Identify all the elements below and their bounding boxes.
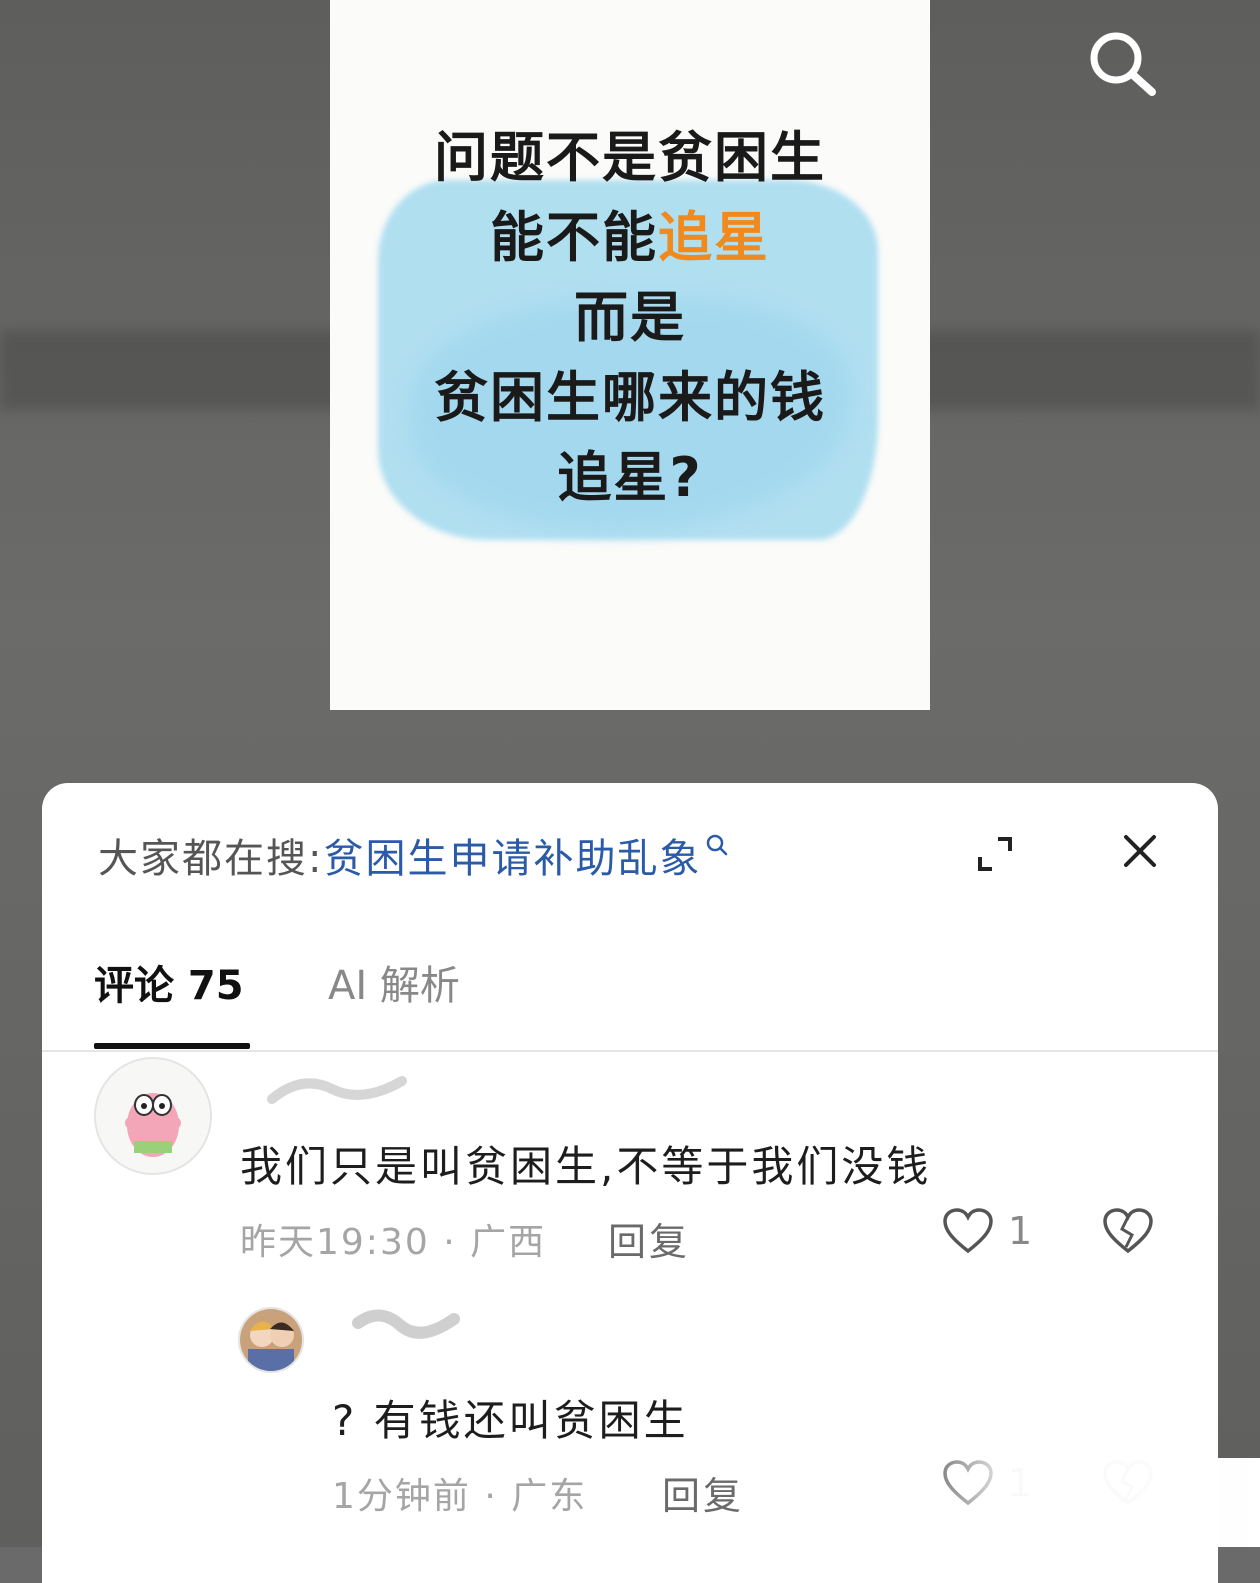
post-image[interactable]: 问题不是贫困生 能不能追星 而是 贫困生哪来的钱 追星?: [330, 0, 930, 710]
reply-time: 1分钟前: [332, 1476, 471, 1517]
suggestion-label: 大家都在搜:: [98, 836, 324, 882]
poster-line-4: 贫困生哪来的钱: [434, 366, 826, 429]
comment-text: 我们只是叫贫困生,不等于我们没钱: [240, 1142, 932, 1191]
poster-line-2: 能不能追星: [490, 206, 770, 269]
search-icon: [705, 821, 729, 867]
reply-button[interactable]: 回复: [608, 1211, 690, 1266]
divider: [42, 1050, 1218, 1052]
expand-icon[interactable]: [972, 831, 1018, 877]
comment-location: 广西: [470, 1222, 547, 1263]
search-suggestion[interactable]: 大家都在搜: 贫困生申请补助乱象: [98, 825, 729, 885]
heart-icon: [943, 1208, 993, 1254]
search-icon[interactable]: [1084, 28, 1160, 98]
reply-text: ? 有钱还叫贫困生: [332, 1396, 689, 1445]
avatar[interactable]: [238, 1307, 304, 1373]
reply-button[interactable]: 回复: [662, 1465, 744, 1520]
username-blurred[interactable]: [262, 1069, 412, 1109]
poster-line-3: 而是: [574, 286, 686, 349]
reply-meta: 1分钟前 · 广东: [332, 1476, 588, 1517]
post-image-text: 问题不是贫困生 能不能追星 而是 贫困生哪来的钱 追星?: [330, 118, 930, 518]
avatar[interactable]: [94, 1057, 212, 1175]
close-icon[interactable]: [1118, 829, 1162, 873]
poster-highlight: 追星: [658, 206, 770, 269]
like-count: 1: [1008, 1209, 1033, 1253]
reply-location: 广东: [511, 1476, 588, 1517]
tab-comments[interactable]: 评论 75: [94, 953, 244, 1011]
comment-time: 昨天19:30: [240, 1222, 430, 1263]
active-tab-indicator: [94, 1043, 250, 1049]
comment-meta: 昨天19:30 · 广西: [240, 1222, 547, 1263]
tab-ai-analysis[interactable]: AI 解析: [328, 953, 460, 1011]
broken-heart-icon[interactable]: [1102, 1207, 1154, 1259]
username-blurred[interactable]: [350, 1301, 460, 1341]
suggestion-term[interactable]: 贫困生申请补助乱象: [323, 826, 701, 884]
like-button[interactable]: 1: [942, 1207, 1032, 1255]
bottom-fade: [910, 1458, 1260, 1547]
poster-line-5: 追星?: [557, 446, 703, 509]
poster-line-1: 问题不是贫困生: [434, 126, 826, 189]
